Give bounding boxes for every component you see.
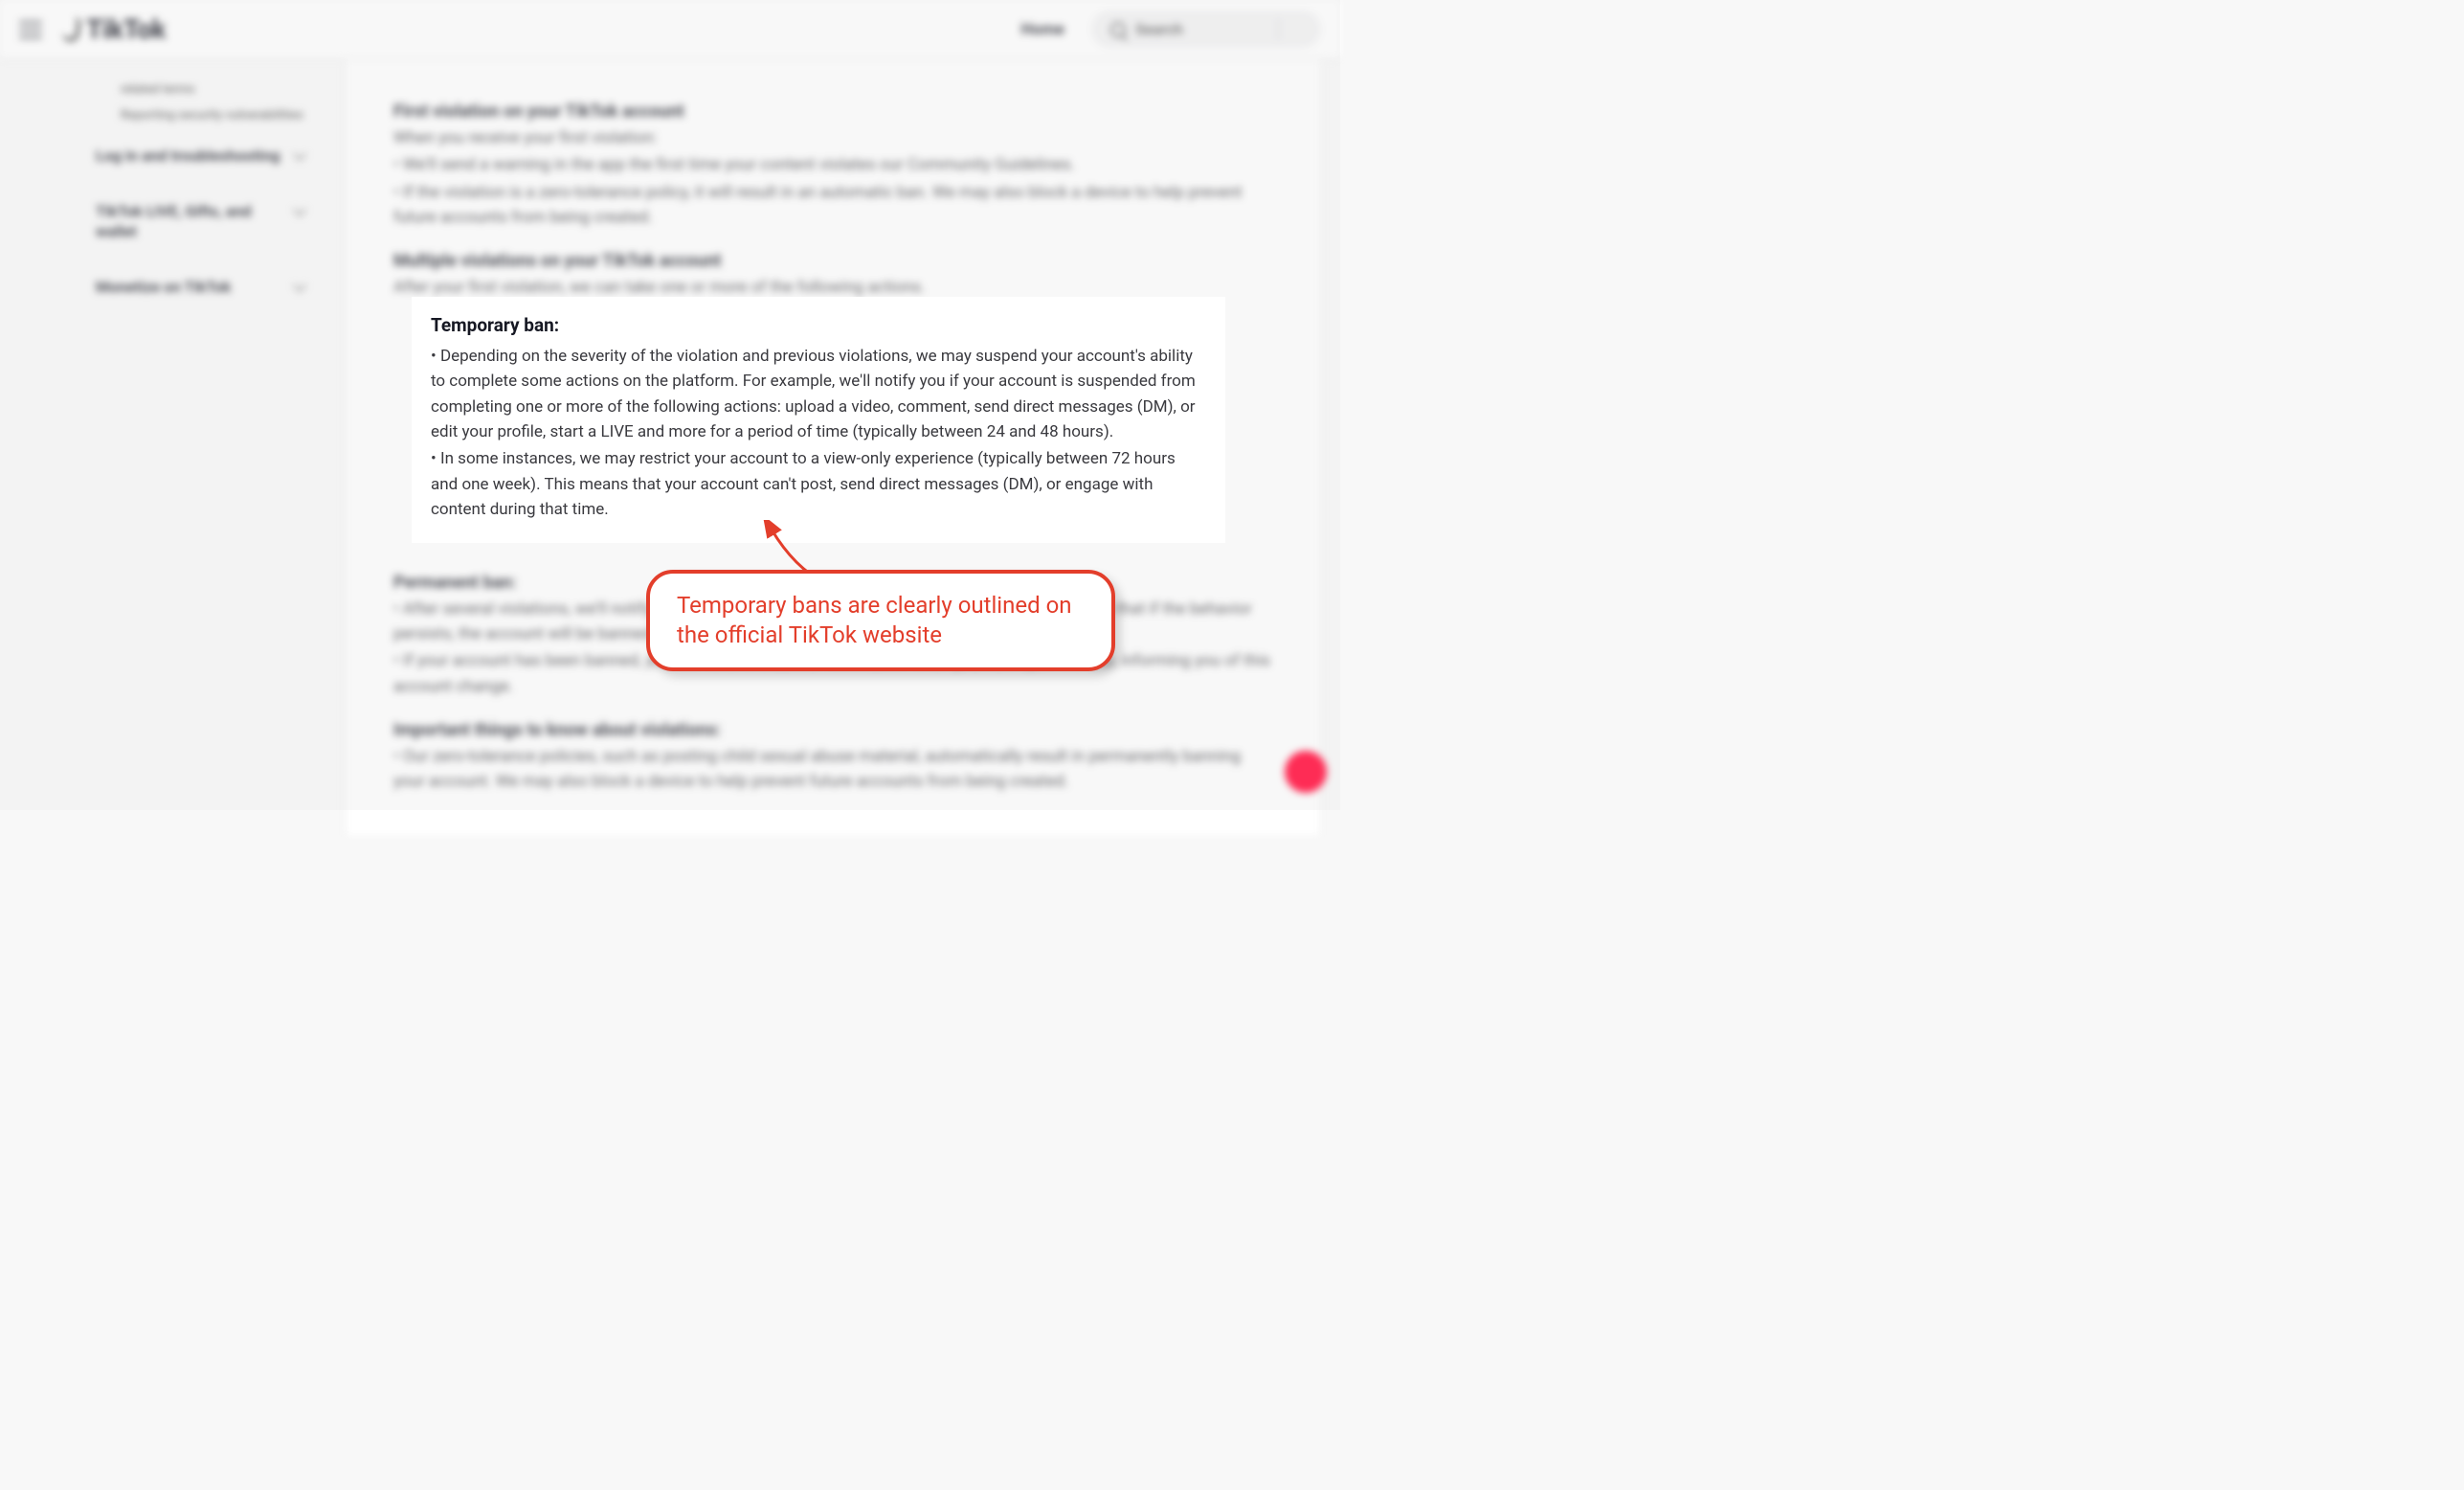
chevron-down-icon [295,281,308,294]
heading-temporary-ban: Temporary ban: [431,314,1206,336]
search-icon [1110,22,1126,37]
nav-home-link[interactable]: Home [1020,20,1064,39]
heading-important: Important things to know about violation… [393,720,1272,740]
sidebar-item-live[interactable]: TikTok LIVE, Gifts, and wallet [96,184,335,260]
app-header: TikTok Home Search [0,0,1340,59]
tiktok-note-icon [59,17,80,42]
sidebar-item-label: TikTok LIVE, Gifts, and wallet [96,201,295,242]
sidebar-item-login[interactable]: Log in and troubleshooting [96,128,335,184]
sidebar-sub-item[interactable]: related terms [96,77,335,102]
help-sidebar: related terms Reporting security vulnera… [19,59,345,835]
bullet: • Depending on the severity of the viola… [431,344,1206,444]
annotation-callout: Temporary bans are clearly outlined on t… [646,570,1115,671]
chevron-down-icon [295,205,308,218]
brand-text: TikTok [86,13,166,45]
bullet: • If the violation is a zero-tolerance p… [393,180,1272,231]
highlighted-temporary-ban-section: Temporary ban: • Depending on the severi… [412,297,1225,543]
search-input[interactable]: Search [1091,11,1321,48]
sidebar-item-monetize[interactable]: Monetize on TikTok [96,260,335,315]
bullet: • In some instances, we may restrict you… [431,446,1206,522]
menu-icon[interactable] [19,21,42,38]
heading-first-violation: First violation on your TikTok account [393,102,1272,122]
bullet: • We'll send a warning in the app the fi… [393,152,1272,177]
heading-multiple-violations: Multiple violations on your TikTok accou… [393,251,1272,271]
annotation-text: Temporary bans are clearly outlined on t… [677,592,1072,648]
sidebar-item-label: Monetize on TikTok [96,277,231,298]
search-label: Search [1135,20,1183,38]
paragraph: When you receive your first violation: [393,125,1272,150]
brand-logo[interactable]: TikTok [59,13,166,45]
sidebar-sub-item[interactable]: Reporting security vulnerabilities [96,102,335,128]
bullet: • Our zero-tolerance policies, such as p… [393,744,1272,795]
accessibility-fab-icon[interactable] [1285,751,1327,793]
sidebar-item-label: Log in and troubleshooting [96,146,280,167]
chevron-down-icon [295,149,308,163]
